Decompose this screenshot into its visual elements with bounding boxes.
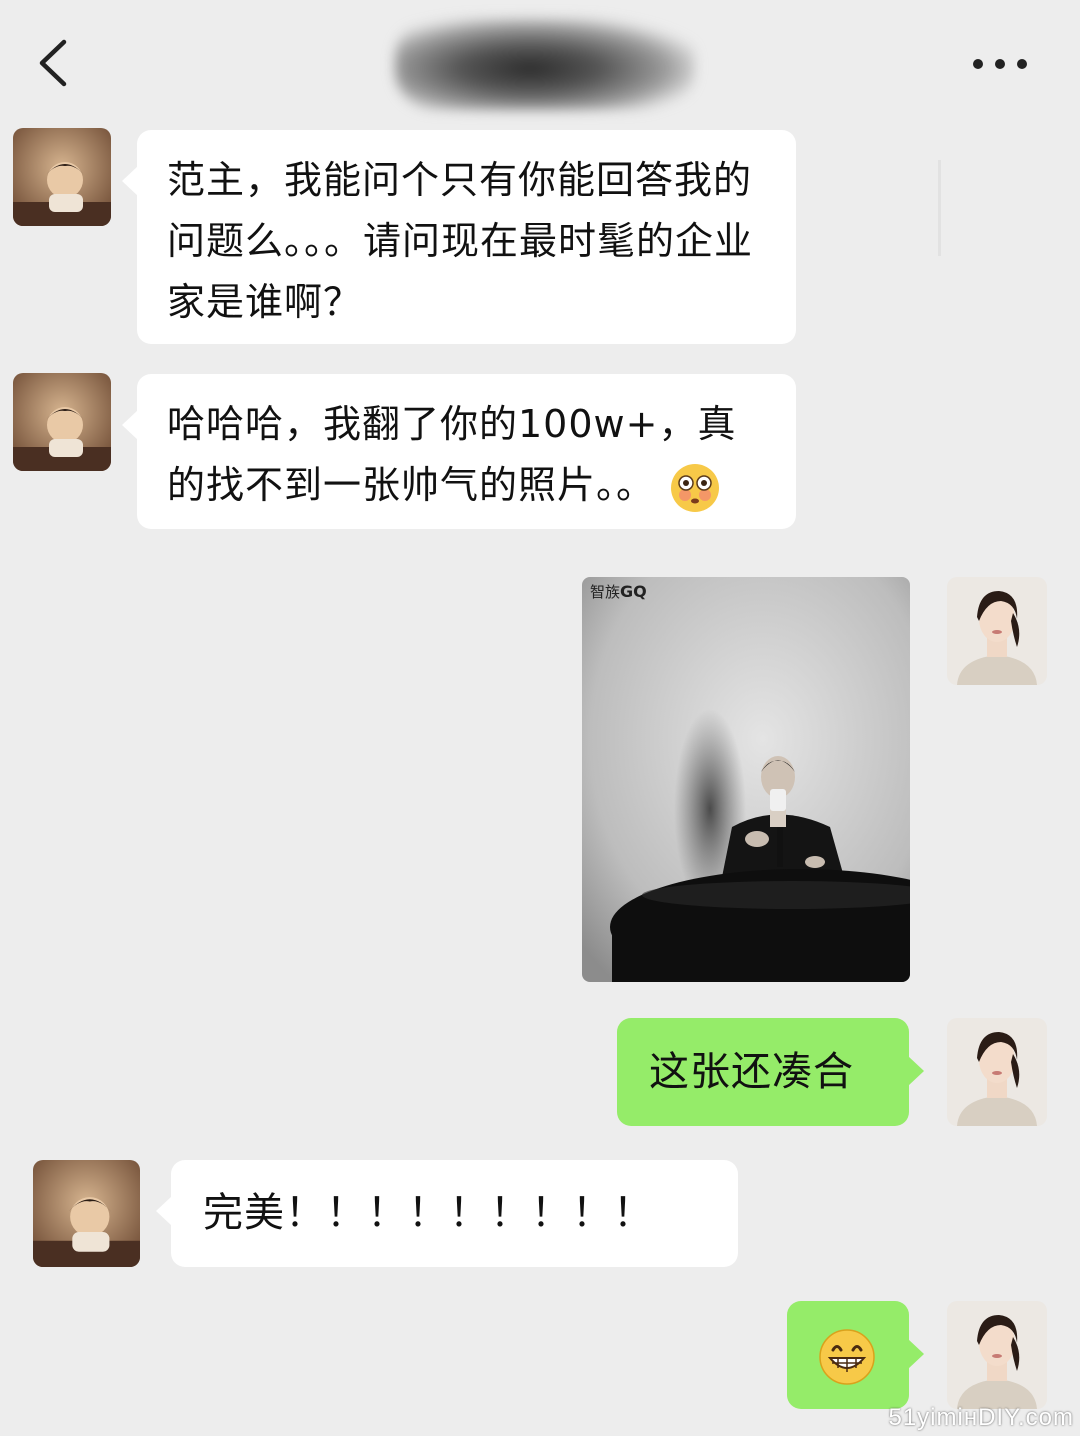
message-text: 范主，我能问个只有你能回答我的问题么。。。请问现在最时髦的企业家是谁啊？ [167, 158, 754, 324]
my-avatar[interactable] [947, 1018, 1047, 1126]
contact-avatar[interactable] [13, 128, 111, 226]
contact-avatar[interactable] [13, 373, 111, 471]
back-button[interactable] [28, 32, 88, 92]
message-bubble[interactable] [787, 1301, 924, 1409]
message-text: 这张还凑合 [649, 1049, 854, 1095]
my-avatar[interactable] [947, 1301, 1047, 1409]
image-caption-brand: GQ [620, 582, 647, 601]
more-dots-icon [973, 59, 1027, 69]
flushed-face-emoji [671, 463, 720, 512]
more-button[interactable] [960, 36, 1040, 92]
image-caption-cn: 智族 [590, 583, 621, 601]
message-text: 完美！！！！！！！！！ [203, 1190, 654, 1236]
contact-avatar[interactable] [33, 1160, 140, 1267]
message-bubble[interactable]: 完美！！！！！！！！！ [156, 1160, 738, 1267]
message-bubble[interactable]: 这张还凑合 [617, 1018, 924, 1126]
image-caption: 智族GQ [590, 581, 647, 602]
grinning-face-emoji [819, 1329, 875, 1385]
image-message[interactable]: 智族GQ [582, 577, 910, 982]
chat-title-redacted [395, 18, 695, 110]
message-text: 哈哈哈，我翻了你的100w+，真的找不到一张帅气的照片。。 [167, 402, 737, 507]
chevron-left-icon [39, 39, 67, 87]
divider [938, 160, 941, 256]
watermark: 51yimінDIY.com [888, 1404, 1074, 1431]
chat-screen: 范主，我能问个只有你能回答我的问题么。。。请问现在最时髦的企业家是谁啊？ 哈哈哈… [0, 0, 1080, 1436]
my-avatar[interactable] [947, 577, 1047, 685]
message-bubble[interactable]: 范主，我能问个只有你能回答我的问题么。。。请问现在最时髦的企业家是谁啊？ [122, 130, 796, 344]
message-bubble[interactable]: 哈哈哈，我翻了你的100w+，真的找不到一张帅气的照片。。 [122, 374, 796, 529]
